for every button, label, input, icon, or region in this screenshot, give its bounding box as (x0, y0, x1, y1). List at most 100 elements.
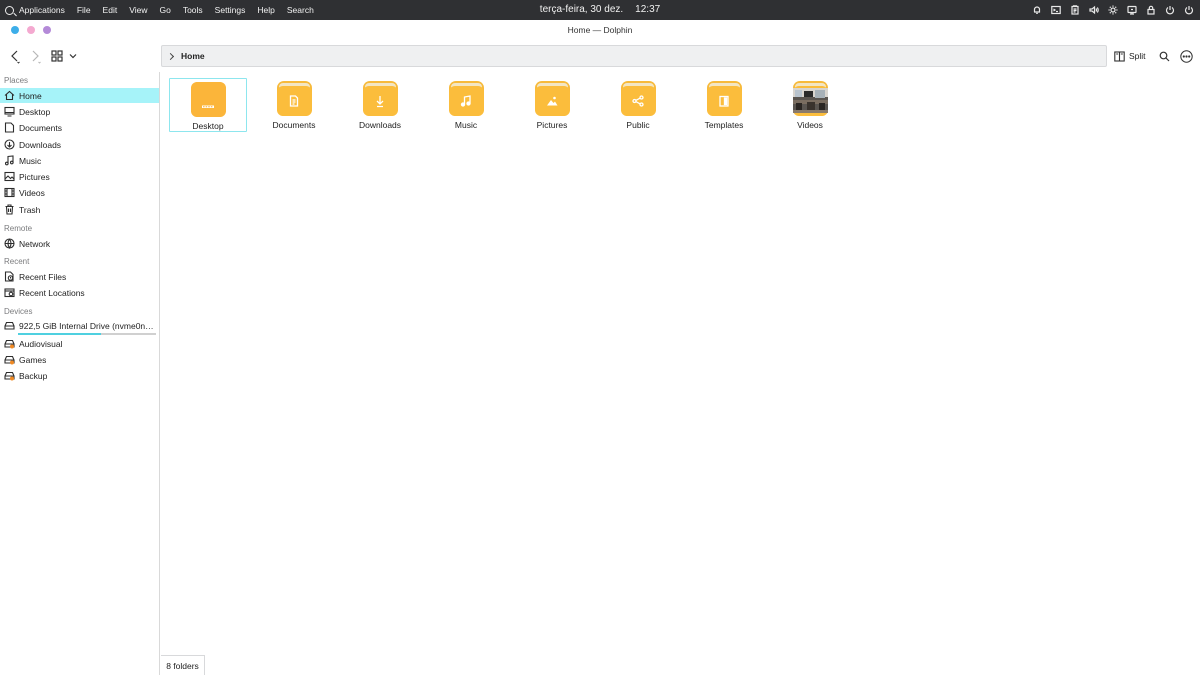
menu-applications[interactable]: Applications (16, 0, 71, 20)
chevron-down-icon (69, 54, 77, 59)
picture-icon (4, 171, 15, 182)
sidebar-item-games[interactable]: Games (0, 352, 159, 367)
sidebar-item-label: Pictures (19, 171, 50, 182)
sidebar-item-label: Videos (19, 187, 45, 198)
system-tray (1032, 0, 1194, 20)
split-view-icon (1114, 50, 1125, 62)
search-icon (1159, 51, 1169, 61)
network-icon (4, 238, 15, 249)
folder-documents[interactable]: Documents (255, 78, 333, 132)
sidebar-item-label: Recent Files (19, 271, 67, 282)
forward-button[interactable] (29, 48, 43, 64)
menu-edit[interactable]: Edit (97, 0, 124, 20)
sidebar-item-label: Downloads (19, 139, 62, 150)
top-panel: Applications File Edit View Go Tools Set… (0, 0, 1200, 20)
sidebar-item-music[interactable]: Music (0, 153, 159, 168)
sidebar-item-label: Games (19, 354, 47, 365)
picture-emblem-icon (535, 90, 570, 112)
more-menu-button[interactable] (1179, 49, 1193, 63)
folder-icon (792, 81, 828, 116)
places-panel: Places Home Desktop Documents Downloads … (0, 72, 160, 675)
music-emblem-icon (449, 90, 484, 112)
external-drive-icon (4, 354, 15, 365)
document-icon (4, 122, 15, 133)
sidebar-item-network[interactable]: Network (0, 236, 159, 251)
sidebar-item-label: Documents (19, 122, 62, 133)
sidebar-item-recent-files[interactable]: Recent Files (0, 269, 159, 284)
music-icon (4, 155, 15, 166)
menu-file[interactable]: File (71, 0, 97, 20)
brightness-icon[interactable] (1108, 5, 1118, 15)
clipboard-icon[interactable] (1070, 5, 1080, 15)
sidebar-item-desktop[interactable]: Desktop (0, 104, 159, 119)
folder-downloads[interactable]: Downloads (341, 78, 419, 132)
lock-icon[interactable] (1146, 5, 1156, 15)
sidebar-item-recent-locations[interactable]: Recent Locations (0, 285, 159, 300)
recent-files-icon (4, 271, 15, 282)
section-title-recent: Recent (4, 257, 30, 266)
menu-go[interactable]: Go (153, 0, 176, 20)
sidebar-item-downloads[interactable]: Downloads (0, 137, 159, 152)
sidebar-item-backup[interactable]: Backup (0, 368, 159, 383)
drive-usage-bar (18, 333, 156, 335)
folder-public[interactable]: Public (599, 78, 677, 132)
view-mode-dropdown[interactable] (67, 48, 79, 64)
arrow-left-icon (11, 50, 20, 64)
file-name: Pictures (536, 120, 568, 130)
folder-icon (706, 81, 742, 116)
sidebar-item-trash[interactable]: Trash (0, 202, 159, 217)
location-bar[interactable]: Home (161, 45, 1107, 67)
folder-pictures[interactable]: Pictures (513, 78, 591, 132)
status-bar: 8 folders (161, 655, 205, 675)
power-icon[interactable] (1165, 5, 1175, 15)
sidebar-item-documents[interactable]: Documents (0, 120, 159, 135)
folder-icon (534, 81, 570, 116)
drive-usage-fill (18, 333, 101, 335)
sidebar-item-label: 922,5 GiB Internal Drive (nvme0n… (19, 320, 154, 331)
menu-tools[interactable]: Tools (177, 0, 209, 20)
terminal-icon[interactable] (1051, 5, 1061, 15)
folder-desktop[interactable]: Desktop (169, 78, 247, 132)
sidebar-item-audiovisual[interactable]: Audiovisual (0, 336, 159, 351)
search-icon[interactable] (5, 5, 14, 15)
clock-time[interactable]: 12:37 (635, 4, 660, 15)
file-view[interactable]: Desktop Documents Downloads Music Pictur… (161, 72, 1200, 675)
breadcrumb-home[interactable]: Home (181, 51, 205, 61)
search-button[interactable] (1158, 49, 1170, 63)
folder-music[interactable]: Music (427, 78, 505, 132)
power-off-icon[interactable] (1184, 5, 1194, 15)
drive-icon (4, 320, 15, 331)
menu-view[interactable]: View (123, 0, 153, 20)
window-title: Home — Dolphin (567, 25, 633, 35)
sidebar-item-label: Backup (19, 370, 48, 381)
folder-icon (190, 82, 226, 117)
clock-date[interactable]: terça-feira, 30 dez. (540, 4, 623, 15)
menu-search[interactable]: Search (281, 0, 320, 20)
folder-videos[interactable]: Videos (771, 78, 849, 132)
folder-templates[interactable]: Templates (685, 78, 763, 132)
menu-help[interactable]: Help (251, 0, 280, 20)
menu-settings[interactable]: Settings (209, 0, 252, 20)
sidebar-item-label: Recent Locations (19, 287, 85, 298)
bell-icon[interactable] (1032, 5, 1042, 15)
view-mode-button[interactable] (50, 48, 64, 64)
chevron-right-icon[interactable] (166, 52, 175, 60)
sidebar-item-internal-drive[interactable]: 922,5 GiB Internal Drive (nvme0n… (0, 318, 159, 333)
download-emblem-icon (363, 90, 398, 112)
volume-icon[interactable] (1089, 5, 1099, 15)
sidebar-item-videos[interactable]: Videos (0, 185, 159, 200)
recent-locations-icon (4, 287, 15, 298)
file-name: Music (454, 120, 478, 130)
global-menu: Applications File Edit View Go Tools Set… (0, 0, 320, 20)
kdeconnect-icon[interactable] (1127, 5, 1137, 15)
sidebar-item-home[interactable]: Home (0, 88, 159, 103)
sidebar-item-label: Home (19, 90, 42, 101)
section-title-devices: Devices (4, 307, 33, 316)
sidebar-item-pictures[interactable]: Pictures (0, 169, 159, 184)
folder-icon (448, 81, 484, 116)
file-name: Videos (797, 120, 823, 130)
back-button[interactable] (8, 48, 22, 64)
split-button[interactable]: Split (1114, 49, 1146, 63)
desktop-icon (4, 106, 15, 117)
folder-icon (620, 81, 656, 116)
